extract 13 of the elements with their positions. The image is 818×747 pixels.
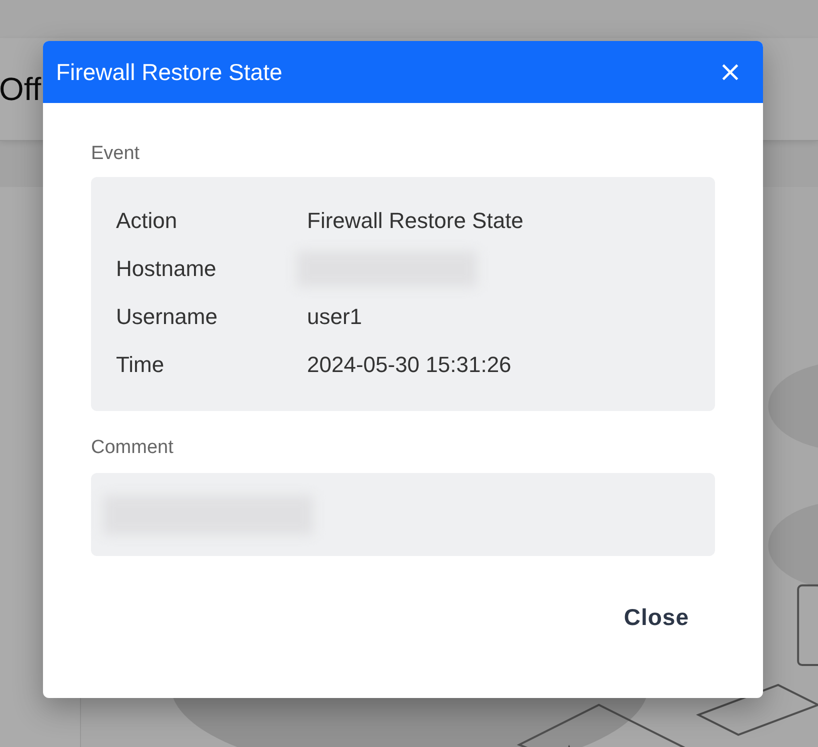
field-value: 2024-05-30 15:31:26 (307, 351, 512, 379)
page-title: Off (0, 70, 42, 108)
close-button[interactable]: × (714, 58, 746, 86)
dialog-title: Firewall Restore State (56, 58, 282, 86)
section-label: Event (91, 143, 140, 165)
field-label: Action (116, 207, 178, 235)
section-label: Comment (91, 437, 174, 459)
field-value: Firewall Restore State (307, 207, 524, 235)
field-label: Time (116, 351, 166, 379)
field-label: Username (116, 303, 218, 331)
field-value: user1 (307, 303, 364, 331)
field-label: Hostname (116, 255, 218, 283)
close-button[interactable]: Close (612, 600, 701, 635)
